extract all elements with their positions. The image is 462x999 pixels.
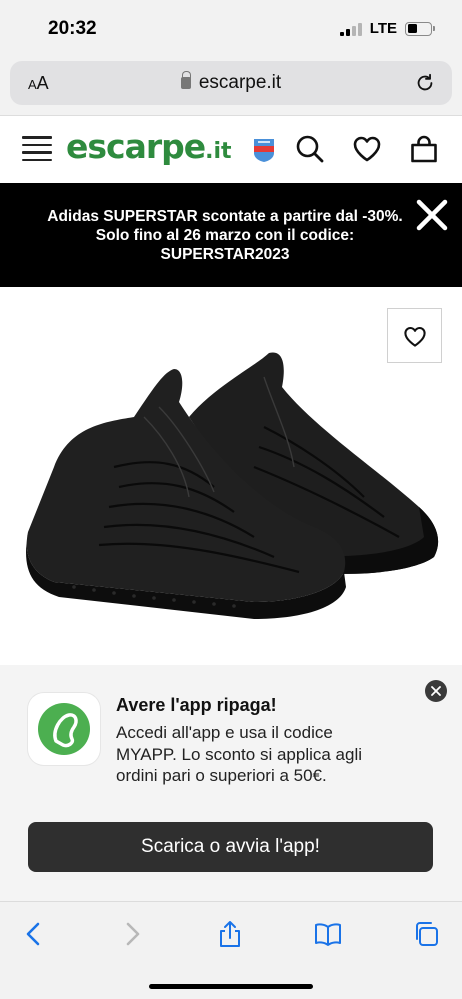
battery-fill <box>407 24 418 33</box>
menu-icon[interactable] <box>22 136 52 161</box>
logo-text: escarpe <box>66 127 206 166</box>
promo-text: Adidas SUPERSTAR scontate a partire dal … <box>47 208 403 263</box>
signal-icon <box>339 22 362 36</box>
lock-icon <box>180 71 192 89</box>
app-promo-description: Accedi all'app e usa il codice MYAPP. Lo… <box>116 723 363 785</box>
bookmarks-icon[interactable] <box>314 920 342 948</box>
browser-address-area: AA escarpe.it <box>0 58 462 116</box>
network-label: LTE <box>369 20 397 37</box>
promo-banner: Adidas SUPERSTAR scontate a partire dal … <box>0 183 462 287</box>
tabs-icon[interactable] <box>412 920 440 948</box>
bag-icon[interactable] <box>408 133 440 165</box>
heart-icon <box>403 326 426 347</box>
home-indicator <box>149 984 313 989</box>
status-time: 20:32 <box>48 18 97 39</box>
app-logo-icon <box>28 693 100 765</box>
url-display[interactable]: escarpe.it <box>10 71 452 94</box>
product-image[interactable] <box>14 347 444 647</box>
status-indicators: LTE <box>339 20 435 37</box>
address-bar[interactable]: AA escarpe.it <box>10 61 452 105</box>
badge-icon <box>254 139 274 162</box>
site-logo[interactable]: escarpe.it <box>66 127 232 166</box>
close-icon[interactable] <box>425 680 447 702</box>
search-icon[interactable] <box>294 133 326 165</box>
app-promo-title: Avere l'app ripaga! <box>116 695 277 715</box>
share-icon[interactable] <box>216 920 244 948</box>
logo-suffix: .it <box>205 139 232 164</box>
site-header: escarpe.it <box>0 117 462 183</box>
back-icon[interactable] <box>20 920 48 948</box>
forward-icon[interactable] <box>118 920 146 948</box>
app-promo-panel: Avere l'app ripaga! Accedi all'app e usa… <box>0 665 462 901</box>
url-text: escarpe.it <box>198 72 282 93</box>
download-app-button[interactable]: Scarica o avvia l'app! <box>28 822 433 872</box>
reload-icon[interactable] <box>414 72 436 94</box>
close-icon[interactable] <box>414 197 450 233</box>
product-gallery <box>0 287 462 665</box>
status-bar: 20:32 LTE <box>0 0 462 58</box>
heart-icon[interactable] <box>351 133 383 165</box>
battery-icon <box>405 21 435 36</box>
